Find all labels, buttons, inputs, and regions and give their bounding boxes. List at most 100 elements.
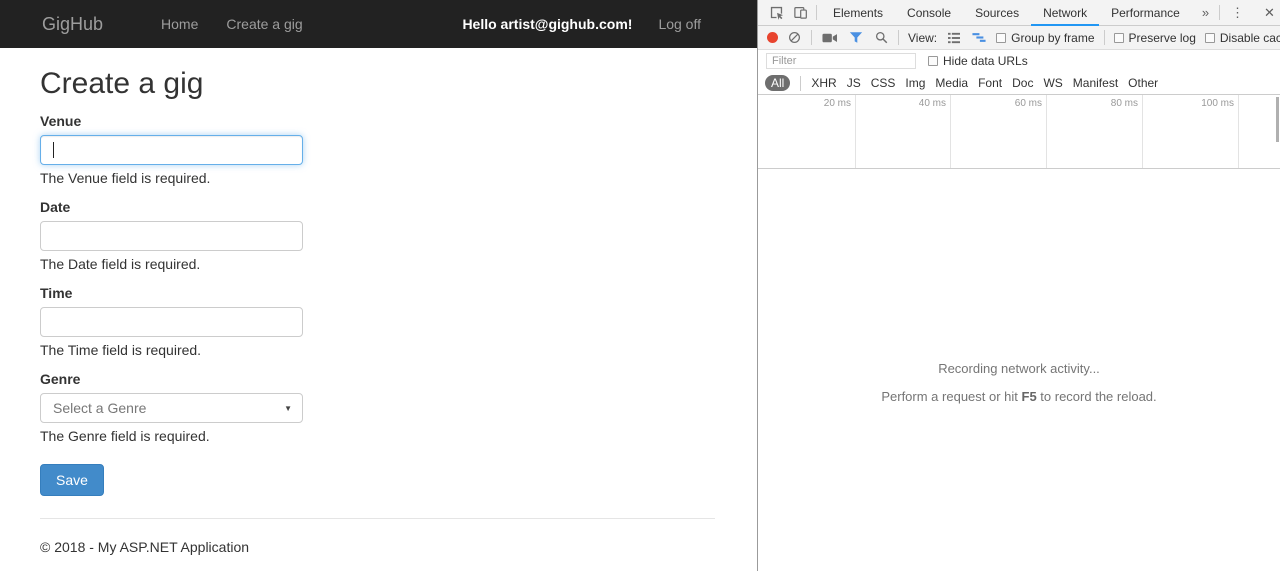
preserve-log-checkbox[interactable] xyxy=(1113,32,1124,43)
clear-icon[interactable] xyxy=(787,26,802,49)
view-label: View: xyxy=(908,30,938,45)
hide-data-urls-label: Hide data URLs xyxy=(943,54,1028,68)
divider xyxy=(811,30,812,45)
save-button[interactable]: Save xyxy=(40,464,104,496)
navbar: GigHub Home Create a gig Hello artist@gi… xyxy=(0,0,757,48)
date-input-wrap xyxy=(40,221,303,251)
devtools-panel: Elements Console Sources Network Perform… xyxy=(757,0,1280,571)
screen: GigHub Home Create a gig Hello artist@gi… xyxy=(0,0,1280,571)
search-icon[interactable] xyxy=(873,26,889,49)
timeline-gridline xyxy=(950,95,951,168)
filter-pill-manifest[interactable]: Manifest xyxy=(1073,76,1118,90)
hide-data-urls-option: Hide data URLs xyxy=(928,54,1028,68)
filter-pill-font[interactable]: Font xyxy=(978,76,1002,90)
time-input-wrap xyxy=(40,307,303,337)
more-options-icon[interactable]: ⋮ xyxy=(1222,5,1253,21)
time-label: Time xyxy=(40,285,73,301)
hide-data-urls-checkbox[interactable] xyxy=(928,56,938,66)
genre-validation-message: The Genre field is required. xyxy=(40,428,210,444)
filter-pill-all[interactable]: All xyxy=(765,75,791,91)
genre-select-value: Select a Genre xyxy=(53,400,147,416)
page-content: Create a gig Venue The Venue field is re… xyxy=(0,67,715,571)
divider xyxy=(898,30,899,45)
hint-text-pre: Perform a request or hit xyxy=(881,389,1022,404)
divider xyxy=(1103,30,1105,45)
date-label: Date xyxy=(40,199,71,215)
overview-scrollbar-thumb[interactable] xyxy=(1276,97,1279,142)
date-input[interactable] xyxy=(40,221,303,251)
disable-cache-label: Disable cac xyxy=(1219,30,1280,45)
tab-console[interactable]: Console xyxy=(895,0,963,26)
filter-pill-ws[interactable]: WS xyxy=(1043,76,1062,90)
timeline-gridline xyxy=(1046,95,1047,168)
show-overview-icon[interactable] xyxy=(971,26,987,49)
tab-network[interactable]: Network xyxy=(1031,0,1100,26)
timeline-gridline xyxy=(855,95,856,168)
divider xyxy=(816,5,817,20)
close-icon[interactable]: ✕ xyxy=(1255,5,1280,21)
venue-input-wrap xyxy=(40,135,303,165)
nav-item-home[interactable]: Home xyxy=(161,16,198,32)
recording-status-text: Recording network activity... xyxy=(938,361,1100,376)
preserve-log-label: Preserve log xyxy=(1128,30,1196,45)
page-title: Create a gig xyxy=(40,67,204,100)
devtools-tabbar: Elements Console Sources Network Perform… xyxy=(758,0,1280,26)
network-requests-empty-state: Recording network activity... Perform a … xyxy=(758,169,1280,571)
filter-funnel-icon[interactable] xyxy=(847,26,864,49)
filter-input[interactable] xyxy=(766,53,916,69)
device-toolbar-icon[interactable] xyxy=(788,1,812,25)
date-form-group: Date The Date field is required. xyxy=(40,199,715,272)
venue-label: Venue xyxy=(40,113,82,129)
tab-performance[interactable]: Performance xyxy=(1099,0,1192,26)
preserve-log-option: Preserve log xyxy=(1113,30,1196,45)
divider xyxy=(800,75,802,91)
venue-validation-message: The Venue field is required. xyxy=(40,170,211,186)
capture-screenshots-icon[interactable] xyxy=(821,26,838,49)
navbar-right: Hello artist@gighub.com! Log off xyxy=(462,16,701,32)
network-filter-row: Hide data URLs xyxy=(758,50,1280,72)
chevron-down-icon: ▼ xyxy=(284,403,292,413)
log-off-link[interactable]: Log off xyxy=(658,16,701,32)
time-validation-message: The Time field is required. xyxy=(40,342,202,358)
genre-form-group: Genre Select a Genre ▼ The Genre field i… xyxy=(40,371,715,444)
disable-cache-option: Disable cac xyxy=(1204,30,1280,45)
tab-sources[interactable]: Sources xyxy=(963,0,1031,26)
time-input[interactable] xyxy=(40,307,303,337)
text-caret xyxy=(53,142,54,158)
filter-pill-media[interactable]: Media xyxy=(935,76,968,90)
large-request-rows-icon[interactable] xyxy=(946,26,962,49)
filter-pill-js[interactable]: JS xyxy=(847,76,861,90)
genre-label: Genre xyxy=(40,371,81,387)
footer-copyright: © 2018 - My ASP.NET Application xyxy=(40,539,250,555)
tabs-overflow-icon[interactable]: » xyxy=(1192,5,1219,20)
inspect-element-icon[interactable] xyxy=(764,1,788,25)
time-form-group: Time The Time field is required. xyxy=(40,285,715,358)
disable-cache-checkbox[interactable] xyxy=(1204,32,1215,43)
navbar-brand[interactable]: GigHub xyxy=(42,14,103,35)
date-validation-message: The Date field is required. xyxy=(40,256,201,272)
filter-pill-css[interactable]: CSS xyxy=(871,76,896,90)
venue-form-group: Venue The Venue field is required. xyxy=(40,113,715,186)
request-type-filters: All XHR JS CSS Img Media Font Doc WS Man… xyxy=(758,72,1280,95)
timeline-tick: 80 ms xyxy=(1110,98,1138,109)
venue-input[interactable] xyxy=(40,135,303,165)
user-greeting[interactable]: Hello artist@gighub.com! xyxy=(462,16,632,32)
hint-text-post: to record the reload. xyxy=(1036,389,1157,404)
group-by-frame-checkbox[interactable] xyxy=(996,32,1007,43)
filter-pill-img[interactable]: Img xyxy=(905,76,925,90)
filter-pill-doc[interactable]: Doc xyxy=(1012,76,1033,90)
record-button[interactable] xyxy=(767,32,778,43)
browser-page: GigHub Home Create a gig Hello artist@gi… xyxy=(0,0,757,571)
genre-select[interactable]: Select a Genre ▼ xyxy=(40,393,303,423)
filter-pill-other[interactable]: Other xyxy=(1128,76,1158,90)
network-overview-timeline[interactable]: 20 ms 40 ms 60 ms 80 ms 100 ms xyxy=(758,95,1280,169)
timeline-tick: 20 ms xyxy=(823,98,851,109)
timeline-tick: 40 ms xyxy=(918,98,946,109)
hint-key-f5: F5 xyxy=(1021,389,1037,404)
timeline-tick: 60 ms xyxy=(1014,98,1042,109)
reload-hint-text: Perform a request or hit F5 to record th… xyxy=(758,389,1280,404)
filter-pill-xhr[interactable]: XHR xyxy=(811,76,836,90)
timeline-gridline xyxy=(1238,95,1239,168)
nav-item-create-a-gig[interactable]: Create a gig xyxy=(226,16,302,32)
tab-elements[interactable]: Elements xyxy=(821,0,895,26)
